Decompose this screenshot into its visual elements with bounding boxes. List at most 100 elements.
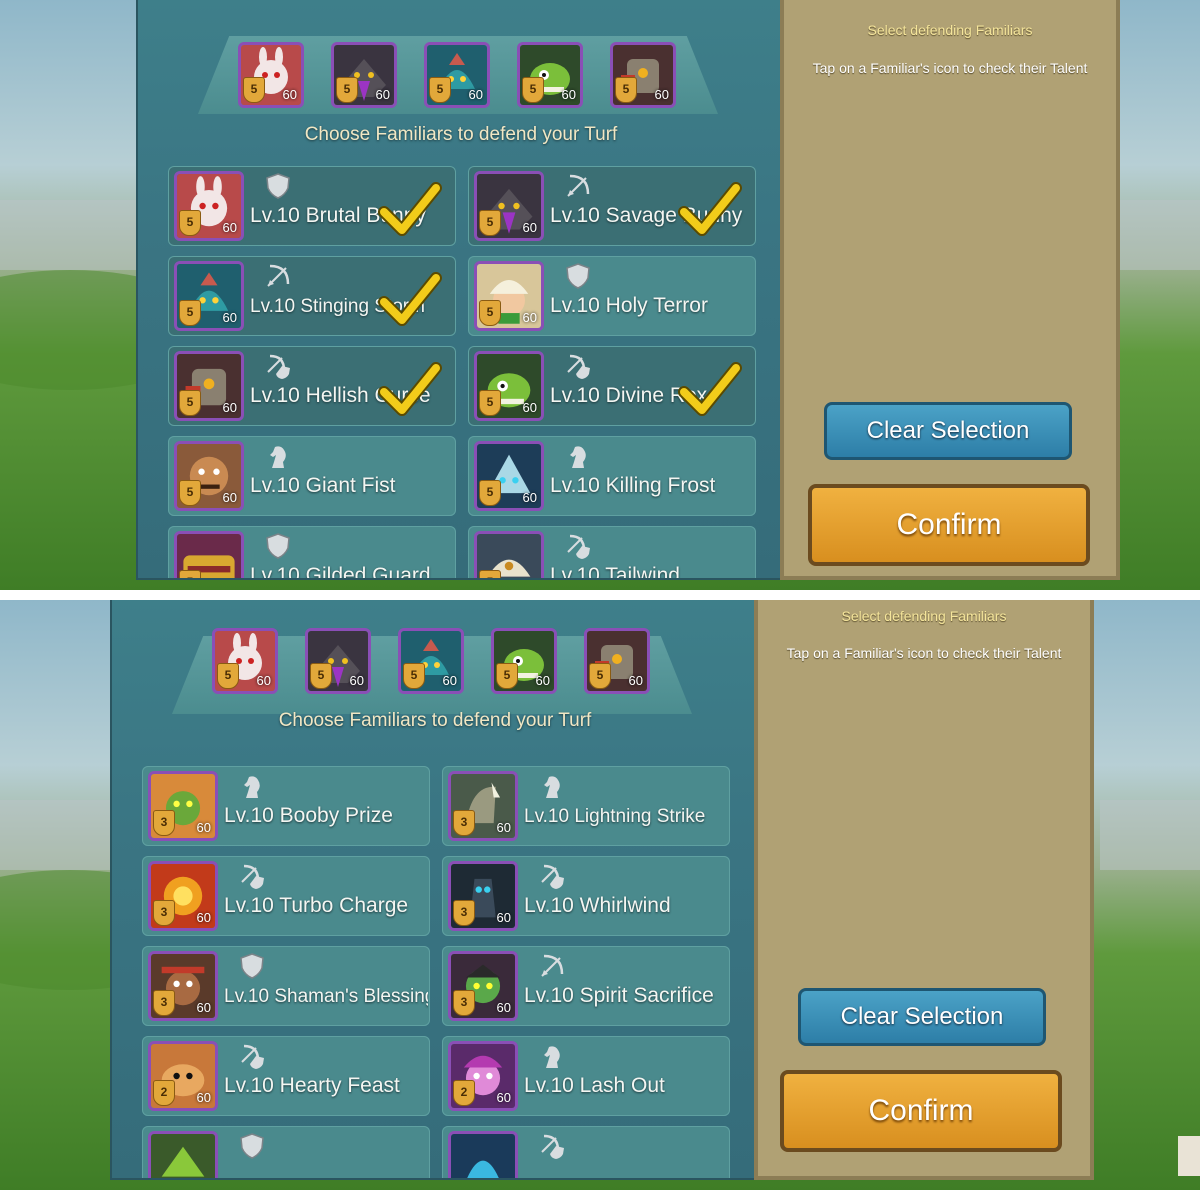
familiar-card[interactable]: 5 60 Lv.10 Hellish Curse	[168, 346, 456, 426]
familiar-card[interactable]: 3 60 Lv.10 Whirlwind	[442, 856, 730, 936]
familiar-card[interactable]	[442, 1126, 730, 1178]
familiar-level: 60	[196, 820, 211, 835]
star-shield: 5	[429, 77, 451, 103]
familiar-portrait[interactable]: 2 60	[448, 1041, 518, 1111]
bow-shield-icon	[567, 534, 590, 559]
confirm-button[interactable]: Confirm	[780, 1070, 1062, 1152]
star-shield: 3	[453, 900, 475, 926]
knight-icon	[270, 446, 286, 468]
familiar-level: 60	[522, 490, 537, 505]
familiar-card[interactable]: 5 60 Lv.10 Gilded Guard	[168, 526, 456, 578]
familiar-level: 60	[496, 1000, 511, 1015]
selected-familiar-slot[interactable]: 5 60	[331, 42, 397, 108]
selected-familiar-slot[interactable]: 5 60	[305, 628, 371, 694]
star-shield: 5	[217, 663, 239, 689]
familiar-portrait[interactable]: 5 60	[174, 261, 244, 331]
familiar-level: 60	[375, 87, 390, 102]
choose-familiars-label: Choose Familiars to defend your Turf	[304, 124, 618, 145]
selected-familiar-slot[interactable]: 5 60	[610, 42, 676, 108]
familiar-card[interactable]	[142, 1126, 430, 1178]
familiar-card[interactable]: 5 60 Lv.10 Savage Bunny	[468, 166, 756, 246]
confirm-button[interactable]: Confirm	[808, 484, 1090, 566]
bow-icon	[567, 174, 590, 197]
familiar-portrait[interactable]: 5 60	[474, 441, 544, 511]
familiar-card[interactable]: 5 60 Lv.10 Killing Frost	[468, 436, 756, 516]
familiar-name: Lv.10 Whirlwind	[524, 894, 671, 917]
background-castle-wall	[1120, 200, 1200, 270]
checkmark-icon	[678, 362, 742, 416]
star-shield: 3	[153, 990, 175, 1016]
familiar-portrait[interactable]: 5 60	[474, 351, 544, 421]
familiar-card[interactable]: 3 60 Lv.10 Turbo Charge	[142, 856, 430, 936]
familiar-level: 60	[654, 87, 669, 102]
familiar-card[interactable]: 3 60 Lv.10 Shaman's Blessing	[142, 946, 430, 1026]
familiar-card[interactable]: 2 60 Lv.10 Lash Out	[442, 1036, 730, 1116]
familiar-level: 60	[196, 1000, 211, 1015]
familiar-portrait[interactable]: 3 60	[148, 861, 218, 931]
clear-selection-button[interactable]: Clear Selection	[798, 988, 1046, 1046]
familiar-portrait[interactable]: 5 60	[174, 531, 244, 578]
familiar-card[interactable]: 3 60 Lv.10 Lightning Strike	[442, 766, 730, 846]
familiar-portrait[interactable]: 3 60	[148, 771, 218, 841]
familiar-card[interactable]: 5 60 Lv.10 Tailwind	[468, 526, 756, 580]
familiar-portrait[interactable]: 3 60	[448, 951, 518, 1021]
familiar-level: 60	[222, 220, 237, 235]
talent-tip: Tap on a Familiar's icon to check their …	[812, 60, 1088, 76]
selected-familiar-slot[interactable]: 5 60	[398, 628, 464, 694]
familiar-portrait[interactable]	[448, 1131, 518, 1178]
familiar-name: Lv.10 Tailwind	[550, 564, 680, 580]
familiar-card[interactable]: 3 60 Lv.10 Spirit Sacrifice	[442, 946, 730, 1026]
familiar-card[interactable]: 5 60 Lv.10 Divine Rex	[468, 346, 756, 426]
sidebar-header: Select defending Familiars	[867, 22, 1033, 38]
familiar-card[interactable]: 2 60 Lv.10 Hearty Feast	[142, 1036, 430, 1116]
familiar-card[interactable]: 3 60 Lv.10 Booby Prize	[142, 766, 430, 846]
familiar-level: 60	[468, 87, 483, 102]
familiar-card[interactable]: 5 60 Lv.10 Stinging Storm	[168, 256, 456, 336]
clear-selection-button[interactable]: Clear Selection	[824, 402, 1072, 460]
familiar-portrait[interactable]: 5 60	[174, 351, 244, 421]
selected-familiar-slot[interactable]: 5 60	[238, 42, 304, 108]
bow-shield-icon	[541, 864, 564, 889]
familiar-name: Lv.10 Lightning Strike	[524, 806, 706, 827]
checkmark-icon	[378, 272, 442, 326]
familiar-portrait[interactable]: 5 60	[474, 261, 544, 331]
familiar-level: 60	[535, 673, 550, 688]
familiar-portrait[interactable]: 3 60	[448, 861, 518, 931]
familiar-portrait[interactable]: 3 60	[448, 771, 518, 841]
selected-familiar-slot[interactable]: 5 60	[517, 42, 583, 108]
star-shield: 5	[615, 77, 637, 103]
familiar-portrait[interactable]: 3 60	[148, 951, 218, 1021]
familiar-level: 60	[628, 673, 643, 688]
familiar-card[interactable]: 5 60 Lv.10 Holy Terror	[468, 256, 756, 336]
familiar-level: 60	[256, 673, 271, 688]
background-castle-wall	[0, 200, 140, 270]
background-castle-wall	[1100, 800, 1200, 870]
selected-familiar-slot[interactable]: 5 60	[424, 42, 490, 108]
selected-familiar-slot[interactable]: 5 60	[212, 628, 278, 694]
familiar-card[interactable]: 5 60 Lv.10 Brutal Bunny	[168, 166, 456, 246]
familiar-name: Lv.10 Shaman's Blessing	[224, 986, 428, 1007]
star-shield: 5	[479, 300, 501, 326]
familiar-name: Lv.10 Lash Out	[524, 1074, 665, 1097]
screenshot-bottom: 5 60 5 60 5 60 5 60 5 60 Choose Familiar…	[0, 600, 1200, 1190]
familiar-portrait[interactable]	[148, 1131, 218, 1178]
selected-familiar-slot[interactable]: 5 60	[584, 628, 650, 694]
familiar-level: 60	[222, 310, 237, 325]
familiar-portrait[interactable]: 5 60	[474, 531, 544, 578]
familiar-portrait[interactable]: 5 60	[174, 171, 244, 241]
knight-icon	[544, 1046, 560, 1068]
familiar-level: 60	[522, 400, 537, 415]
familiar-level: 60	[222, 490, 237, 505]
familiar-portrait[interactable]: 2 60	[148, 1041, 218, 1111]
familiar-portrait[interactable]: 5 60	[474, 171, 544, 241]
bow-shield-icon	[541, 1134, 564, 1159]
selected-familiar-slot[interactable]: 5 60	[491, 628, 557, 694]
bow-shield-icon	[241, 864, 264, 889]
shield-icon	[266, 533, 290, 559]
bow-shield-icon	[267, 354, 290, 379]
familiar-level: 60	[522, 220, 537, 235]
familiar-level: 60	[442, 673, 457, 688]
familiar-portrait[interactable]: 5 60	[174, 441, 244, 511]
familiar-level: 60	[282, 87, 297, 102]
familiar-card[interactable]: 5 60 Lv.10 Giant Fist	[168, 436, 456, 516]
